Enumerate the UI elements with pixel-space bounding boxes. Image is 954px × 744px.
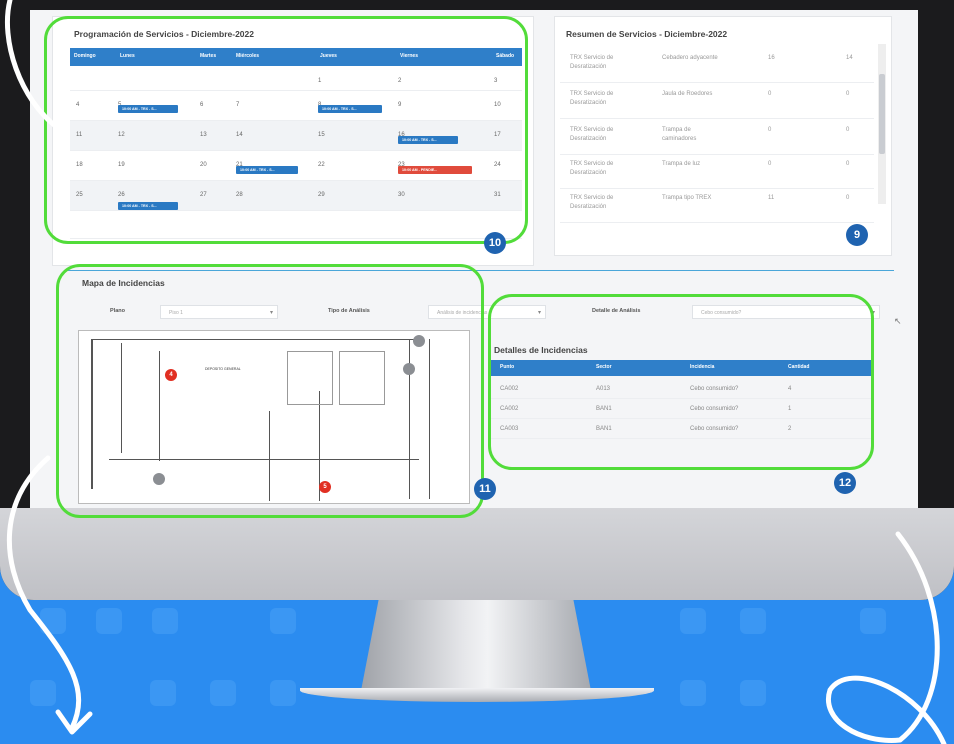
step-badge: 12 <box>834 472 856 494</box>
summary-device: Trampa tipo TREX <box>662 195 712 201</box>
highlight-calendar <box>44 16 528 244</box>
step-badge: 9 <box>846 224 868 246</box>
monitor-stand-neck <box>360 600 592 696</box>
summary-device: Jaula de Roedores <box>662 91 713 97</box>
summary-title: Resumen de Servicios - Diciembre-2022 <box>566 29 728 39</box>
summary-count-b: 0 <box>846 127 850 133</box>
summary-device: Trampa de caminadores <box>662 127 697 142</box>
step-badge: 10 <box>484 232 506 254</box>
summary-count-a: 11 <box>768 195 775 201</box>
summary-count-b: 0 <box>846 161 850 167</box>
mouse-cursor-icon: ↖ <box>894 316 902 326</box>
summary-count-b: 0 <box>846 195 850 201</box>
summary-service: TRX Servicio de Desratización <box>570 161 614 176</box>
monitor-stand-base <box>300 688 654 702</box>
summary-count-a: 0 <box>768 127 772 133</box>
summary-count-b: 0 <box>846 91 850 97</box>
summary-count-a: 0 <box>768 161 772 167</box>
summary-device: Trampa de luz <box>662 161 701 167</box>
summary-scrollbar[interactable] <box>878 44 886 204</box>
summary-service: TRX Servicio de Desratización <box>570 195 614 210</box>
highlight-map <box>56 264 484 518</box>
summary-count-a: 0 <box>768 91 772 97</box>
monitor-chin <box>0 508 954 600</box>
summary-count-a: 16 <box>768 55 775 61</box>
summary-service: TRX Servicio de Desratización <box>570 127 614 142</box>
summary-device: Cebadero adyacente <box>662 55 718 61</box>
summary-count-b: 14 <box>846 55 853 61</box>
highlight-details <box>488 294 874 470</box>
summary-service: TRX Servicio de Desratización <box>570 91 614 106</box>
summary-service: TRX Servicio de Desratización <box>570 55 614 70</box>
step-badge: 11 <box>474 478 496 500</box>
